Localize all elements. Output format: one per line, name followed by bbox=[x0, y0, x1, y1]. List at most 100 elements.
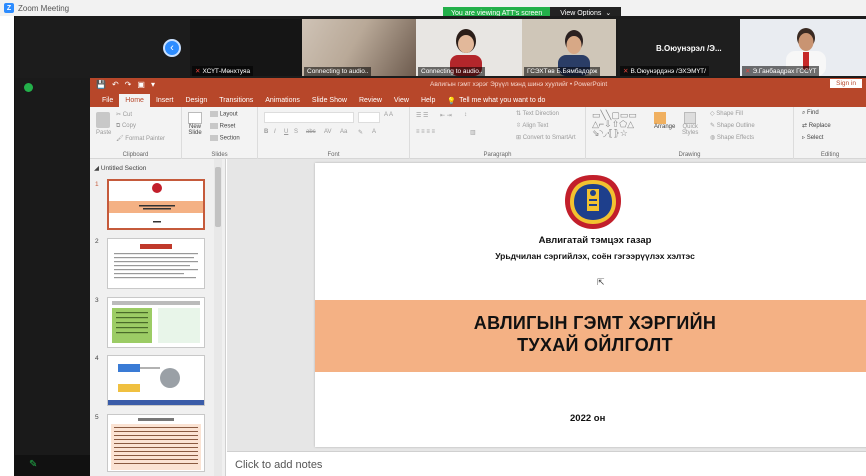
slide-2-preview bbox=[114, 244, 198, 279]
select-button[interactable]: ▹ Select bbox=[802, 134, 823, 141]
quick-styles-button[interactable]: Quick Styles bbox=[682, 112, 698, 136]
tab-transitions[interactable]: Transitions bbox=[213, 94, 259, 107]
tell-me-label: Tell me what you want to do bbox=[459, 97, 546, 104]
shape-fill-button[interactable]: ◇ Shape Fill bbox=[710, 110, 743, 117]
shadow-button[interactable]: S bbox=[294, 129, 298, 135]
participant-name: ✕ Э.Ганбаадрах ГССҮТ bbox=[742, 66, 820, 76]
left-margin bbox=[0, 16, 15, 476]
bold-button[interactable]: B bbox=[264, 129, 268, 135]
select-icon: ▹ bbox=[802, 135, 806, 141]
thumbnail-scrollbar[interactable] bbox=[214, 159, 222, 476]
mic-muted-icon: ✕ bbox=[745, 68, 751, 75]
present-icon[interactable]: ▣ bbox=[137, 80, 145, 89]
layout-icon bbox=[210, 111, 218, 117]
shape-effects-button[interactable]: ◍ Shape Effects bbox=[710, 134, 754, 141]
zoom-window: Z Zoom Meeting You are viewing ATT's scr… bbox=[0, 0, 866, 476]
effects-icon: ◍ bbox=[710, 135, 716, 141]
participant-tile[interactable]: ✕ ХСҮТ-Мөнхтуяа bbox=[190, 19, 302, 76]
tab-help[interactable]: Help bbox=[415, 94, 441, 107]
notes-pane[interactable]: Click to add notes bbox=[227, 451, 866, 476]
font-family-select[interactable] bbox=[264, 112, 354, 123]
change-case-icon[interactable]: Aa bbox=[340, 129, 347, 135]
zoom-window-title: Zoom Meeting bbox=[18, 3, 70, 13]
annotate-pencil-icon[interactable]: ✎ bbox=[29, 459, 37, 470]
copy-button[interactable]: ⧉ Copy bbox=[116, 123, 136, 130]
slide-thumbnail-3[interactable] bbox=[107, 297, 205, 348]
paste-icon bbox=[96, 112, 110, 128]
new-slide-icon bbox=[188, 112, 202, 124]
cut-button[interactable]: ✂ Cut bbox=[116, 111, 132, 118]
tab-design[interactable]: Design bbox=[179, 94, 213, 107]
save-icon[interactable]: 💾 bbox=[96, 80, 106, 89]
tab-review[interactable]: Review bbox=[353, 94, 388, 107]
security-shield-icon[interactable] bbox=[24, 83, 33, 92]
find-button[interactable]: ⌕ Find bbox=[802, 110, 819, 117]
previous-page-button[interactable]: ‹ bbox=[163, 39, 181, 57]
replace-button[interactable]: ⇄ Replace bbox=[802, 122, 831, 129]
text-direction-button[interactable]: ⇅ Text Direction bbox=[516, 110, 559, 117]
current-slide[interactable]: Авлигатай тэмцэх газар Урьдчилан сэргийл… bbox=[315, 163, 866, 447]
shape-outline-button[interactable]: ✎ Shape Outline bbox=[710, 122, 755, 129]
reset-button[interactable]: Reset bbox=[210, 123, 235, 130]
format-painter-button[interactable]: 🖌 Format Painter bbox=[116, 135, 165, 142]
chevron-left-icon: ‹ bbox=[170, 42, 174, 54]
slide-thumbnail-2[interactable] bbox=[107, 238, 205, 289]
reset-icon bbox=[210, 123, 218, 129]
slide-thumbnail-1[interactable] bbox=[107, 179, 205, 230]
tab-view[interactable]: View bbox=[388, 94, 415, 107]
arrange-button[interactable]: Arrange bbox=[654, 112, 675, 130]
align-text-button[interactable]: ⇳ Align Text bbox=[516, 122, 548, 129]
tab-animations[interactable]: Animations bbox=[259, 94, 306, 107]
slide-thumbnail-5[interactable] bbox=[107, 414, 205, 472]
section-header[interactable]: ◢ Untitled Section bbox=[94, 164, 146, 172]
convert-smartart-button[interactable]: ⊞ Convert to SmartArt bbox=[516, 134, 576, 141]
participant-tile[interactable]: Connecting to audio.. bbox=[302, 19, 416, 76]
new-slide-button[interactable]: New Slide bbox=[188, 112, 202, 136]
tab-home[interactable]: Home bbox=[119, 94, 150, 107]
slide-thumbnails-pane: ◢ Untitled Section 1 2 3 4 5 bbox=[90, 159, 226, 476]
underline-button[interactable]: U bbox=[284, 129, 288, 135]
font-color-icon[interactable]: A bbox=[372, 129, 376, 135]
tab-slide-show[interactable]: Slide Show bbox=[306, 94, 353, 107]
align-icons[interactable]: ≡ ≡ ≡ ≡ bbox=[416, 129, 435, 135]
zoom-titlebar: Z Zoom Meeting bbox=[0, 0, 866, 16]
slide-number: 4 bbox=[95, 355, 99, 362]
slide-5-preview bbox=[111, 418, 201, 470]
redo-icon[interactable]: ↷ bbox=[125, 80, 132, 89]
section-icon bbox=[210, 135, 218, 141]
tell-me-search[interactable]: 💡 Tell me what you want to do bbox=[447, 94, 545, 107]
home-ribbon: Paste ✂ Cut ⧉ Copy 🖌 Format Painter Clip… bbox=[90, 107, 866, 159]
tab-file[interactable]: File bbox=[96, 94, 119, 107]
grow-font-icon[interactable]: A A bbox=[384, 112, 393, 118]
paste-button[interactable]: Paste bbox=[96, 112, 111, 136]
clipboard-label: Clipboard bbox=[122, 152, 149, 158]
quick-styles-icon bbox=[684, 112, 697, 124]
sign-in-button[interactable]: Sign in bbox=[830, 79, 862, 88]
customize-toolbar-icon[interactable]: ▾ bbox=[151, 80, 155, 89]
tab-insert[interactable]: Insert bbox=[150, 94, 180, 107]
participant-name: Connecting to audio.. bbox=[304, 67, 372, 76]
participant-tile[interactable]: В.Оюунэрэл /Э... ✕ В.Оюунэрдэнэ /ЭХЭМҮТ/ bbox=[618, 19, 740, 76]
bullets-icon[interactable]: ☰ ☰ bbox=[416, 112, 428, 119]
slide-3-preview bbox=[112, 301, 200, 343]
shapes-gallery[interactable]: ▭╲╲▢▭▭ △⌐⇩⇧⬠△ ⇘◝◞⦃⦄☆ bbox=[592, 111, 637, 138]
indent-icon[interactable]: ⇤ ⇥ bbox=[440, 112, 452, 119]
italic-button[interactable]: I bbox=[274, 129, 276, 135]
participant-tile[interactable]: ✕ Э.Ганбаадрах ГССҮТ bbox=[740, 19, 866, 76]
slide-department: Урьдчилан сэргийлэх, соён гэгээрүүлэх хэ… bbox=[495, 251, 695, 261]
slide-number: 3 bbox=[95, 297, 99, 304]
strikethrough-button[interactable]: abc bbox=[306, 129, 316, 135]
participant-tile[interactable]: Connecting to audio.. bbox=[416, 19, 522, 76]
section-button[interactable]: Section bbox=[210, 135, 240, 142]
zoom-app-icon: Z bbox=[4, 3, 14, 13]
participant-tile[interactable]: ГСЭХТөв Б.Бямбадорж bbox=[522, 19, 616, 76]
highlight-icon[interactable]: ✎ bbox=[358, 129, 363, 136]
search-icon: ⌕ bbox=[802, 110, 806, 116]
undo-icon[interactable]: ↶ bbox=[112, 80, 119, 89]
line-spacing-icon[interactable]: ↕ bbox=[464, 112, 467, 118]
font-size-select[interactable] bbox=[358, 112, 380, 123]
char-spacing-icon[interactable]: AV bbox=[324, 129, 332, 135]
slide-thumbnail-4[interactable] bbox=[107, 355, 205, 406]
layout-button[interactable]: Layout bbox=[210, 111, 238, 118]
columns-icon[interactable]: ▥ bbox=[470, 129, 476, 136]
